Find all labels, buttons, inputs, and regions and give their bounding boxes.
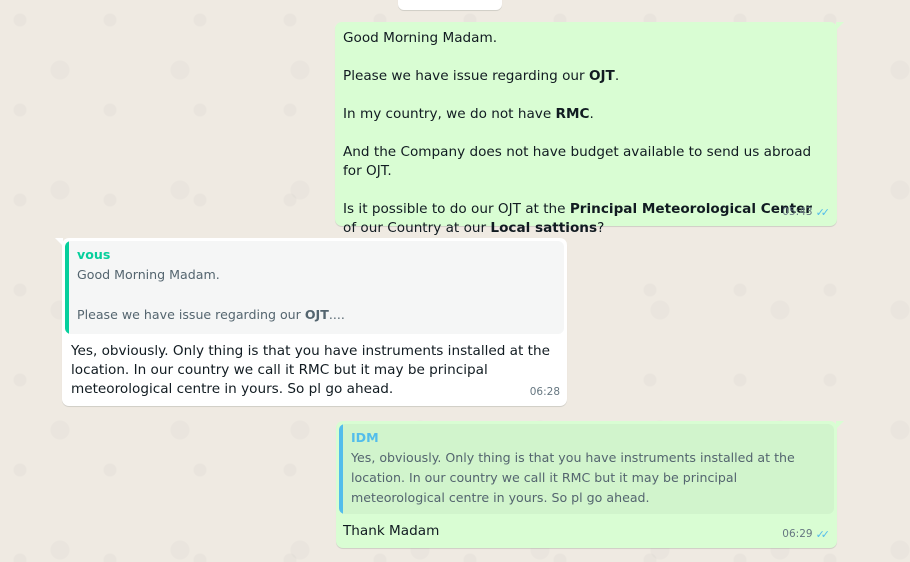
quote-line: Please we have issue regarding our OJT..… [77, 307, 345, 322]
message-meta: 05:43 ✓✓ [782, 203, 830, 222]
quote-author: IDM [351, 430, 379, 445]
quote-text: Yes, obviously. Only thing is that you h… [351, 450, 795, 505]
message-time: 05:43 [782, 206, 813, 218]
bubble-tail [836, 421, 844, 429]
quoted-message[interactable]: IDM Yes, obviously. Only thing is that y… [339, 424, 834, 514]
date-chip [398, 0, 502, 10]
quote-bar [65, 241, 69, 334]
quoted-message[interactable]: vous Good Morning Madam. Please we have … [65, 241, 564, 334]
message-bubble-incoming[interactable]: vous Good Morning Madam. Please we have … [55, 238, 567, 406]
quote-author: vous [77, 247, 111, 262]
quote-line: Good Morning Madam. [77, 267, 220, 282]
message-meta: 06:29 ✓✓ [782, 525, 830, 544]
message-time: 06:29 [782, 528, 813, 540]
double-check-icon: ✓✓ [815, 528, 831, 541]
message-text: Thank Madam [343, 523, 440, 539]
quote-bar [339, 424, 343, 514]
message-time: 06:28 [529, 386, 560, 398]
message-line: Is it possible to do our OJT at the Prin… [343, 201, 813, 236]
message-line: Please we have issue regarding our OJT. [343, 68, 620, 84]
message-bubble-outgoing[interactable]: IDM Yes, obviously. Only thing is that y… [336, 421, 844, 548]
message-text: Yes, obviously. Only thing is that you h… [71, 343, 550, 397]
message-line: In my country, we do not have RMC. [343, 106, 594, 122]
bubble-tail [836, 22, 844, 30]
message-meta: 06:28 [530, 383, 560, 402]
double-check-icon: ✓✓ [815, 206, 831, 219]
message-line: Good Morning Madam. [343, 30, 498, 46]
message-line: And the Company does not have budget ava… [343, 144, 812, 179]
message-bubble-outgoing[interactable]: Good Morning Madam. Please we have issue… [335, 22, 844, 236]
bubble-tail [55, 238, 63, 246]
